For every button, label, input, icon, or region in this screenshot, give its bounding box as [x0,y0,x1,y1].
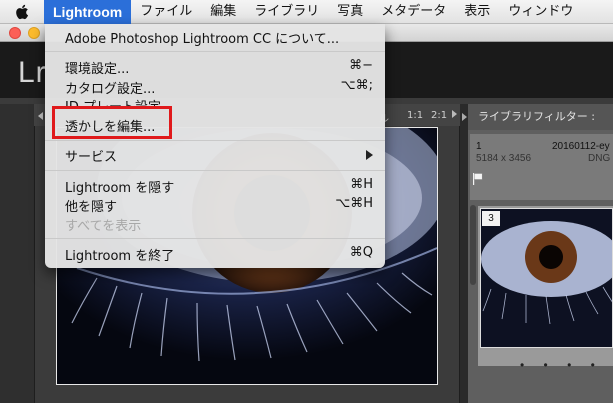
menu-photo[interactable]: 写真 [328,0,372,24]
menu-library[interactable]: ライブラリ [245,0,328,24]
lightroom-menu-dropdown: Adobe Photoshop Lightroom CC について... 環境設… [45,24,385,268]
menu-item-shortcut: ⌥⌘H [335,196,373,211]
left-panel-toggle-icon[interactable] [38,112,43,120]
cell-filetype: DNG [588,153,611,164]
menu-item-shortcut: ⌥⌘; [340,78,373,93]
menu-file[interactable]: ファイル [131,0,201,24]
zoom-1-1-option[interactable]: 1:1 [407,110,423,121]
menu-lightroom[interactable]: Lightroom [44,0,132,24]
cell-rating-dots[interactable]: • • • • [520,358,603,372]
apple-icon[interactable] [0,0,44,24]
zoom-menu-arrow-icon[interactable] [452,110,457,118]
menu-separator [45,140,385,141]
annotation-highlight-box [52,106,172,139]
menu-item-shortcut: ⌘H [350,177,373,192]
menu-window[interactable]: ウィンドウ [499,0,582,24]
menu-item-hide-lightroom[interactable]: Lightroom を隠す ⌘H [45,175,385,196]
menu-item-about[interactable]: Adobe Photoshop Lightroom CC について... [45,26,385,47]
menu-item-identity-plate[interactable]: ID プレート設定... [45,94,385,106]
menu-item-catalog-settings[interactable]: カタログ設定... ⌥⌘; [45,76,385,97]
menu-view[interactable]: 表示 [455,0,499,24]
menu-bar: Lightroom ファイル 編集 ライブラリ 写真 メタデータ 表示 ウィンド… [0,0,613,24]
menu-item-hide-others[interactable]: 他を隠す ⌥⌘H [45,194,385,215]
window-minimize-button[interactable] [28,27,40,39]
menu-separator [45,170,385,171]
menu-separator [45,238,385,239]
cell-dimensions: 5184 x 3456 [476,153,532,164]
left-panel [0,104,34,403]
right-panel-toggle-icon[interactable] [462,113,467,121]
library-filter-bar[interactable]: ライブラリフィルター : [468,104,613,130]
menu-item-show-all: すべてを表示 [45,213,385,234]
menu-item-label: サービス [65,150,118,165]
cell-filename: 20160112-ey [552,141,610,152]
menu-separator [45,51,385,52]
menu-item-label: 環境設定... [65,62,130,77]
menu-item-preferences[interactable]: 環境設定... ⌘− [45,56,385,77]
panel-separator [460,104,468,403]
flag-icon[interactable] [473,173,483,185]
photo-thumbnail[interactable] [480,208,613,348]
menu-item-quit[interactable]: Lightroom を終了 ⌘Q [45,243,385,264]
cell-index: 3 [482,211,500,226]
window-close-button[interactable] [9,27,21,39]
menu-item-label: Lightroom を終了 [65,249,175,264]
menu-item-shortcut: ⌘Q [349,245,373,260]
menu-item-shortcut: ⌘− [349,58,373,73]
menu-item-label: Adobe Photoshop Lightroom CC について... [65,32,340,47]
zoom-2-1-option[interactable]: 2:1 [431,110,447,121]
app-logo: Lr [18,56,47,89]
grid-scrollbar[interactable] [470,205,476,285]
cell-index: 1 [476,141,482,152]
menu-edit[interactable]: 編集 [201,0,245,24]
menu-item-services[interactable]: サービス [45,144,385,165]
menu-item-label: すべてを表示 [65,219,142,234]
menu-item-label: ID プレート設定... [65,96,173,106]
submenu-arrow-icon [366,150,373,160]
menu-metadata[interactable]: メタデータ [372,0,455,24]
